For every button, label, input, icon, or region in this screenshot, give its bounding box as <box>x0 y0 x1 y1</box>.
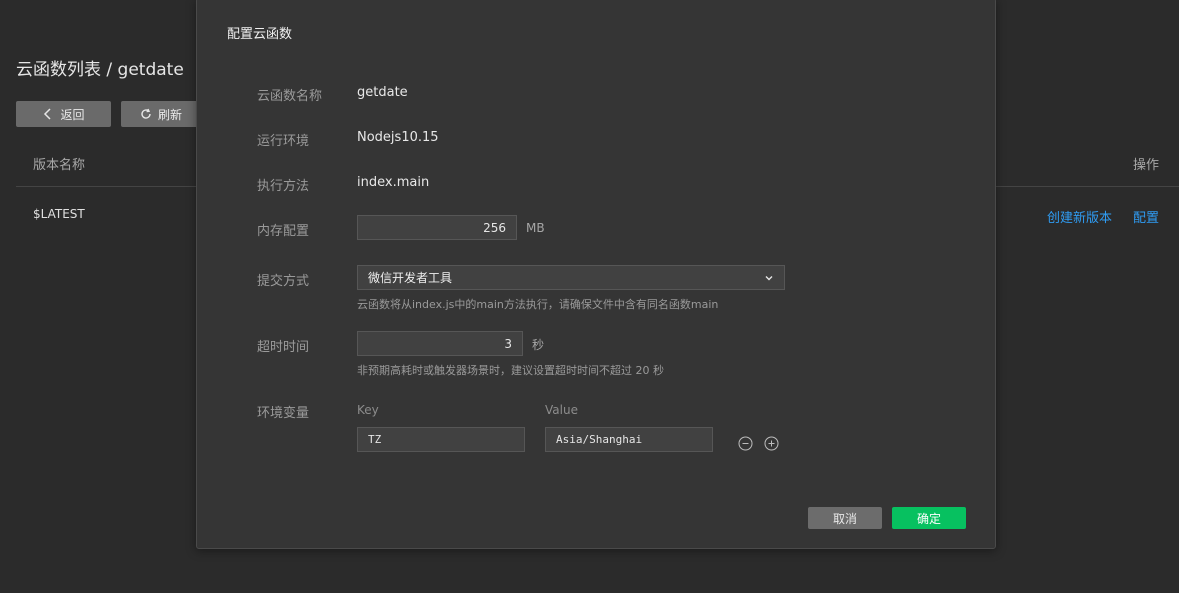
config-function-dialog: 配置云函数 云函数名称 getdate 运行环境 Nodejs10.15 执行方… <box>196 0 996 549</box>
plus-circle-icon <box>764 436 779 451</box>
timeout-label: 超时时间 <box>257 340 310 355</box>
refresh-button-label: 刷新 <box>157 107 182 122</box>
chevron-left-icon <box>44 108 52 120</box>
env-key-input[interactable]: TZ <box>357 427 525 452</box>
refresh-icon <box>141 108 151 119</box>
env-vars-label: 环境变量 <box>257 406 310 421</box>
version-cell: $LATEST <box>33 207 85 221</box>
minus-circle-icon <box>738 436 753 451</box>
confirm-button[interactable]: 确定 <box>892 507 966 529</box>
timeout-unit: 秒 <box>532 338 545 352</box>
env-key-header: Key <box>357 403 379 417</box>
refresh-button[interactable]: 刷新 <box>121 101 201 127</box>
cancel-button[interactable]: 取消 <box>808 507 882 529</box>
submit-method-hint: 云函数将从index.js中的main方法执行，请确保文件中含有同名函数main <box>357 298 719 311</box>
runtime-label: 运行环境 <box>257 134 310 149</box>
function-name-label: 云函数名称 <box>257 89 323 104</box>
config-link[interactable]: 配置 <box>1133 207 1159 226</box>
chevron-down-icon <box>765 275 773 280</box>
handler-value: index.main <box>357 175 430 190</box>
dialog-title: 配置云函数 <box>227 27 293 42</box>
page-title: 云函数列表 / getdate <box>16 60 184 80</box>
function-name-value: getdate <box>357 85 408 100</box>
column-header-version: 版本名称 <box>33 158 86 173</box>
memory-input[interactable]: 256 <box>357 215 517 240</box>
create-version-link[interactable]: 创建新版本 <box>1047 207 1112 226</box>
env-value-input[interactable]: Asia/Shanghai <box>545 427 713 452</box>
submit-method-label: 提交方式 <box>257 274 310 289</box>
remove-env-button[interactable] <box>738 436 753 451</box>
back-button[interactable]: 返回 <box>16 101 111 127</box>
submit-method-value: 微信开发者工具 <box>368 271 453 285</box>
memory-unit: MB <box>526 221 545 235</box>
env-value-header: Value <box>545 403 578 417</box>
runtime-value: Nodejs10.15 <box>357 130 439 145</box>
memory-label: 内存配置 <box>257 224 310 239</box>
handler-label: 执行方法 <box>257 179 310 194</box>
column-header-action: 操作 <box>1132 158 1159 173</box>
back-button-label: 返回 <box>60 107 85 122</box>
submit-method-select[interactable]: 微信开发者工具 <box>357 265 785 290</box>
timeout-input[interactable]: 3 <box>357 331 523 356</box>
timeout-hint: 非预期高耗时或触发器场景时，建议设置超时时间不超过 20 秒 <box>357 364 664 377</box>
add-env-button[interactable] <box>764 436 779 451</box>
